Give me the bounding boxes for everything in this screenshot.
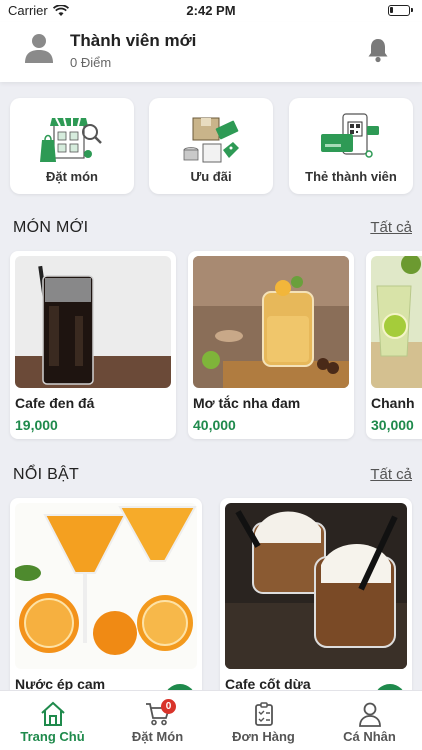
section-title-featured: NỔI BẬT bbox=[13, 466, 80, 483]
quick-action-member-card[interactable]: Thẻ thành viên bbox=[289, 98, 413, 194]
tab-orders[interactable]: Đơn Hàng bbox=[211, 691, 316, 750]
user-name[interactable]: Thành viên mới bbox=[70, 31, 196, 51]
battery-level bbox=[390, 7, 393, 13]
tab-label: Cá Nhân bbox=[343, 729, 396, 744]
status-bar: Carrier 2:42 PM bbox=[0, 0, 422, 22]
product-card-chanh[interactable]: Chanh 30,000 bbox=[366, 251, 422, 439]
voucher-icon bbox=[183, 117, 239, 163]
battery-icon bbox=[388, 5, 413, 16]
user-icon bbox=[359, 702, 381, 727]
bottom-tab-bar: Trang Chủ 0 Đặt Món Đơn Hàng Cá Nhân bbox=[0, 690, 422, 750]
home-icon bbox=[41, 701, 65, 726]
tab-label: Trang Chủ bbox=[20, 729, 85, 744]
avatar-icon[interactable] bbox=[24, 32, 54, 64]
tab-label: Đơn Hàng bbox=[232, 729, 295, 744]
see-all-featured-link[interactable]: Tất cả bbox=[370, 466, 412, 483]
bell-icon[interactable] bbox=[366, 37, 390, 63]
product-photo-nuoc-ep-cam bbox=[15, 503, 197, 669]
quick-action-offers[interactable]: Ưu đãi bbox=[149, 98, 273, 194]
order-list-icon bbox=[255, 702, 273, 726]
product-card-mo-tac-nha-dam[interactable]: Mơ tắc nha đam 40,000 bbox=[188, 251, 354, 439]
product-price: 19,000 bbox=[15, 417, 58, 433]
quick-action-label: Đặt món bbox=[46, 169, 98, 184]
quick-action-label: Thẻ thành viên bbox=[305, 169, 397, 184]
profile-header: Thành viên mới 0 Điểm bbox=[0, 22, 422, 82]
tab-label: Đặt Món bbox=[131, 729, 184, 744]
quick-action-label: Ưu đãi bbox=[190, 169, 232, 184]
product-name: Mơ tắc nha đam bbox=[193, 395, 301, 411]
product-card-cafe-den-da[interactable]: Cafe đen đá 19,000 bbox=[10, 251, 176, 439]
product-photo-chanh bbox=[371, 256, 422, 388]
product-name: Chanh bbox=[371, 395, 415, 411]
product-name: Cafe đen đá bbox=[15, 395, 95, 411]
member-card-icon bbox=[321, 113, 379, 158]
product-price: 30,000 bbox=[371, 417, 414, 433]
cart-count-badge: 0 bbox=[161, 699, 176, 714]
section-title-new: MÓN MỚI bbox=[13, 219, 89, 236]
product-photo-mo-tac-nha-dam bbox=[193, 256, 349, 388]
clock: 2:42 PM bbox=[186, 3, 236, 18]
product-photo-cafe-cot-dua bbox=[225, 503, 407, 669]
tab-profile[interactable]: Cá Nhân bbox=[317, 691, 422, 750]
product-photo-cafe-den-da bbox=[15, 256, 171, 388]
tab-home[interactable]: Trang Chủ bbox=[0, 691, 105, 750]
see-all-new-link[interactable]: Tất cả bbox=[370, 219, 412, 236]
quick-action-order[interactable]: Đặt món bbox=[10, 98, 134, 194]
product-price: 40,000 bbox=[193, 417, 236, 433]
product-card-cafe-cot-dua[interactable]: Cafe cốt dừa bbox=[220, 498, 412, 698]
product-card-nuoc-ep-cam[interactable]: Nước ép cam bbox=[10, 498, 202, 698]
store-icon bbox=[40, 117, 102, 162]
user-points: 0 Điểm bbox=[70, 55, 112, 70]
tab-order[interactable]: 0 Đặt Món bbox=[105, 691, 210, 750]
